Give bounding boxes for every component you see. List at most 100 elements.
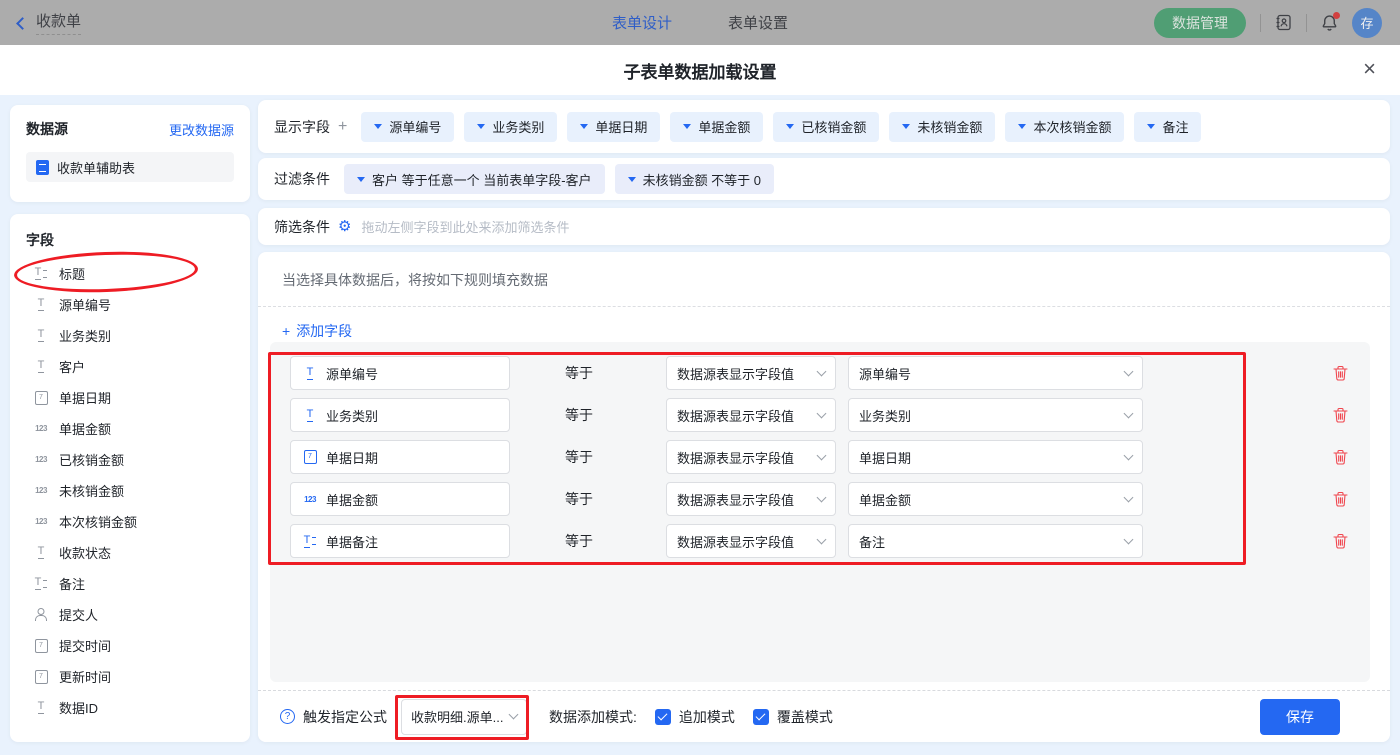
display-field-chip[interactable]: 单据日期: [567, 112, 660, 142]
footer-bar: ? 触发指定公式 收款明细.源单... 数据添加模式: 追加模式 覆盖模式 保存: [258, 690, 1390, 742]
gear-icon[interactable]: [338, 219, 351, 234]
rule-operator: 等于: [565, 531, 593, 551]
caret-down-icon: [628, 177, 636, 182]
field-list-item[interactable]: 客户: [26, 351, 234, 382]
field-list-item[interactable]: 备注: [26, 568, 234, 599]
field-list-panel: 字段 标题 源单编号 业务类别 客户 单据日期 单据金额 已核销金额 未核销金额…: [10, 214, 250, 742]
change-datasource-link[interactable]: 更改数据源: [169, 120, 234, 139]
display-field-chip[interactable]: 未核销金额: [889, 112, 995, 142]
add-rule-field-link[interactable]: + 添加字段: [282, 321, 352, 341]
field-label: 单据日期: [59, 388, 111, 407]
field-list-item[interactable]: 单据日期: [26, 382, 234, 413]
field-list-item[interactable]: 更新时间: [26, 661, 234, 692]
chevron-down-icon: [817, 534, 827, 544]
rule-field-input[interactable]: 单据备注: [290, 524, 510, 558]
close-icon[interactable]: ×: [1363, 55, 1376, 83]
chip-label: 单据金额: [698, 117, 750, 136]
rule-source-select[interactable]: 数据源表显示字段值: [666, 482, 836, 516]
modal-header: 子表单数据加载设置 ×: [0, 45, 1400, 95]
data-add-mode-label: 数据添加模式:: [549, 707, 637, 727]
field-list-item[interactable]: 未核销金额: [26, 475, 234, 506]
top-app-bar: 收款单 表单设计 表单设置 数据管理 存: [0, 0, 1400, 45]
delete-rule-button[interactable]: [1333, 365, 1348, 381]
datasource-item[interactable]: 收款单辅助表: [26, 152, 234, 182]
rule-value-select[interactable]: 业务类别: [848, 398, 1143, 432]
rule-field-input[interactable]: 业务类别: [290, 398, 510, 432]
overwrite-mode-checkbox[interactable]: 覆盖模式: [753, 707, 833, 727]
formula-value: 收款明细.源单...: [411, 707, 503, 726]
field-list-item[interactable]: 收款状态: [26, 537, 234, 568]
divider: [258, 306, 1390, 307]
rule-row: 源单编号 等于 数据源表显示字段值 源单编号: [290, 356, 1370, 390]
display-field-chip[interactable]: 源单编号: [361, 112, 454, 142]
rule-value-select[interactable]: 单据日期: [848, 440, 1143, 474]
field-label: 备注: [59, 574, 85, 593]
datasource-item-label: 收款单辅助表: [57, 158, 135, 177]
filter-chip[interactable]: 未核销金额 不等于 0: [615, 164, 774, 194]
rule-value-select[interactable]: 备注: [848, 524, 1143, 558]
question-circle-icon[interactable]: ?: [280, 709, 295, 724]
rule-value-select[interactable]: 单据金额: [848, 482, 1143, 516]
delete-rule-button[interactable]: [1333, 533, 1348, 549]
field-list-item[interactable]: 业务类别: [26, 320, 234, 351]
rule-source-select[interactable]: 数据源表显示字段值: [666, 524, 836, 558]
tab-form-settings[interactable]: 表单设置: [728, 12, 788, 33]
chevron-down-icon: [1124, 450, 1134, 460]
delete-rule-button[interactable]: [1333, 491, 1348, 507]
chip-label: 单据日期: [595, 117, 647, 136]
field-list-item[interactable]: 已核销金额: [26, 444, 234, 475]
checkbox-label: 追加模式: [679, 707, 735, 727]
chevron-down-icon: [817, 450, 827, 460]
form-name-label: 收款单: [36, 10, 81, 35]
field-list-item[interactable]: 提交时间: [26, 630, 234, 661]
field-list-item[interactable]: 源单编号: [26, 289, 234, 320]
rule-field-input[interactable]: 单据日期: [290, 440, 510, 474]
rule-source-select[interactable]: 数据源表显示字段值: [666, 398, 836, 432]
checkbox-label: 覆盖模式: [777, 707, 833, 727]
field-list-item[interactable]: 数据ID: [26, 692, 234, 723]
select-value: 单据金额: [859, 490, 911, 509]
filter-chip[interactable]: 客户 等于任意一个 当前表单字段-客户: [344, 164, 605, 194]
add-display-field-button[interactable]: +: [338, 118, 347, 136]
append-mode-checkbox[interactable]: 追加模式: [655, 707, 735, 727]
field-list-item[interactable]: 本次核销金额: [26, 506, 234, 537]
field-list-item[interactable]: 提交人: [26, 599, 234, 630]
plus-icon: +: [282, 323, 290, 339]
rule-field-input[interactable]: 源单编号: [290, 356, 510, 390]
delete-rule-button[interactable]: [1333, 407, 1348, 423]
rule-field-label: 源单编号: [326, 364, 378, 383]
chevron-down-icon: [817, 366, 827, 376]
field-label: 提交时间: [59, 636, 111, 655]
formula-select[interactable]: 收款明细.源单...: [401, 699, 527, 735]
display-field-chip[interactable]: 本次核销金额: [1005, 112, 1124, 142]
rule-operator: 等于: [565, 447, 593, 467]
screening-dropzone[interactable]: 拖动左侧字段到此处来添加筛选条件: [361, 217, 569, 236]
address-book-icon[interactable]: [1275, 14, 1292, 31]
field-list-item[interactable]: 单据金额: [26, 413, 234, 444]
display-field-chip[interactable]: 已核销金额: [773, 112, 879, 142]
user-field-icon: [32, 608, 50, 621]
topbar-tabs: 表单设计 表单设置: [348, 12, 1052, 33]
rule-row: 单据日期 等于 数据源表显示字段值 单据日期: [290, 440, 1370, 474]
rule-value-select[interactable]: 源单编号: [848, 356, 1143, 390]
display-field-chip[interactable]: 单据金额: [670, 112, 763, 142]
rule-source-select[interactable]: 数据源表显示字段值: [666, 440, 836, 474]
rule-field-label: 业务类别: [326, 406, 378, 425]
display-field-chip[interactable]: 业务类别: [464, 112, 557, 142]
number-field-icon: [32, 424, 50, 433]
text-field-icon: [32, 329, 50, 342]
back-button[interactable]: 收款单: [18, 10, 81, 35]
data-manage-button[interactable]: 数据管理: [1154, 8, 1246, 38]
display-field-chip[interactable]: 备注: [1134, 112, 1201, 142]
rule-field-input[interactable]: 单据金额: [290, 482, 510, 516]
display-field-chips: 源单编号 业务类别 单据日期 单据金额 已核销金额 未核销金额 本次核销金额 备…: [361, 112, 1201, 142]
tab-form-design[interactable]: 表单设计: [612, 12, 672, 33]
rule-source-select[interactable]: 数据源表显示字段值: [666, 356, 836, 390]
select-value: 备注: [859, 532, 885, 551]
save-button[interactable]: 保存: [1260, 699, 1340, 735]
user-avatar[interactable]: 存: [1352, 8, 1382, 38]
delete-rule-button[interactable]: [1333, 449, 1348, 465]
rule-row: 单据金额 等于 数据源表显示字段值 单据金额: [290, 482, 1370, 516]
field-list-item[interactable]: 标题: [26, 258, 234, 289]
notification-bell-icon[interactable]: [1321, 14, 1338, 32]
